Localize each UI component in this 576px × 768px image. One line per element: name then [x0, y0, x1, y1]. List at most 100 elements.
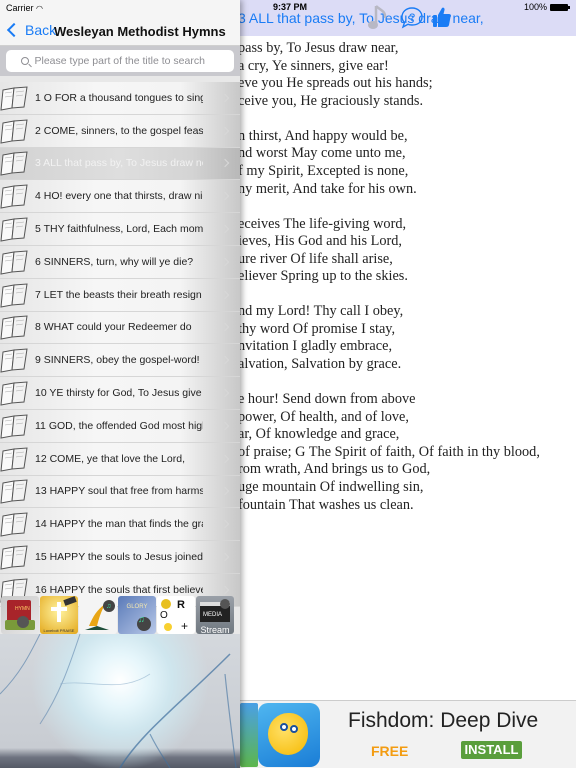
adventist-hymns-app-tile[interactable]: ♫ — [79, 596, 117, 634]
app-label: Lovebolt PRAISE — [43, 628, 75, 633]
ad-title: Fishdom: Deep Dive — [348, 709, 539, 732]
panel-title: Wesleyan Methodist Hymns — [54, 24, 226, 39]
hymn-line: fountain That washes us clean. — [238, 496, 414, 513]
hymn-title-label: 11 GOD, the offended God most high — [35, 419, 203, 432]
hymn-title-label: 1 O FOR a thousand tongues to sing — [35, 91, 203, 104]
hymn-line: thy word Of promise I stay, — [238, 320, 396, 337]
hymn-list-item[interactable]: 12 COME, ye that love the Lord, — [0, 442, 240, 476]
hymn-list-item[interactable]: 2 COME, sinners, to the gospel feast — [0, 114, 240, 148]
ad-banner[interactable]: Fishdom: Deep Dive FREE INSTALL — [240, 700, 576, 768]
hymn-list-item[interactable]: 5 THY faithfulness, Lord, Each moment we… — [0, 213, 240, 246]
thumbs-up-icon[interactable] — [432, 6, 452, 33]
hymn-list-item[interactable]: 7 LET the beasts their breath resign — [0, 278, 240, 312]
hymn-line: power, Of health, and of love, — [238, 408, 409, 425]
fish-eye-icon — [280, 723, 288, 731]
open-book-icon — [0, 86, 28, 111]
chevron-right-icon — [220, 126, 230, 135]
hymn-list-item[interactable]: 11 GOD, the offended God most high — [0, 409, 240, 443]
carrier-label: Carrier — [6, 3, 34, 13]
svg-text:HYMN: HYMN — [15, 606, 30, 612]
hymn-list-item[interactable]: 4 HO! every one that thirsts, draw nigh — [0, 180, 240, 214]
hymn-list-item[interactable]: 1 O FOR a thousand tongues to sing — [0, 82, 240, 115]
navigation-bar: Carrier ◠ Back Wesleyan Methodist Hymns — [0, 0, 240, 46]
battery-icon — [550, 3, 570, 11]
hymn-title-label: 16 HAPPY the souls that first believed — [35, 583, 203, 596]
open-book-icon — [0, 414, 28, 439]
music-note-icon[interactable] — [368, 4, 390, 37]
chevron-right-icon — [220, 388, 230, 398]
chevron-right-icon — [220, 487, 230, 496]
svg-text:R: R — [177, 599, 185, 611]
fish-eye-icon — [290, 725, 298, 733]
hymnal-book-icon: HYMN — [5, 600, 35, 630]
hymn-title-label: 4 HO! every one that thirsts, draw nigh — [35, 190, 203, 203]
open-book-icon — [0, 315, 28, 341]
hymn-list-item[interactable]: 15 HAPPY the souls to Jesus joined — [0, 541, 240, 574]
music-speaker-icon: ♫ — [137, 614, 151, 631]
hymn-title-label: 2 COME, sinners, to the gospel feast — [35, 124, 203, 137]
hymn-line: f my Spirit, Excepted is none, — [238, 162, 409, 179]
hymn-title-label: 6 SINNERS, turn, why will ye die? — [35, 255, 194, 268]
hymnal-app-tile[interactable]: HYMN — [1, 596, 39, 634]
open-book-icon — [0, 151, 28, 177]
word-app-tile[interactable]: R O + — [157, 596, 195, 634]
hymn-line: pass by, To Jesus draw near, — [238, 40, 399, 56]
chevron-right-icon — [220, 323, 230, 332]
wifi-icon: ◠ — [36, 4, 44, 13]
hymn-list-item[interactable]: 8 WHAT could your Redeemer do — [0, 311, 240, 345]
carrier-status: Carrier ◠ — [6, 3, 43, 13]
media-stream-app-tile[interactable]: MEDIA Stream — [196, 596, 234, 634]
hymn-line: ure river Of life shall arise, — [238, 250, 393, 267]
svg-text:MEDIA: MEDIA — [203, 612, 222, 618]
stanza: e hour! Send down from above power, Of he… — [238, 391, 576, 514]
chevron-right-icon — [220, 356, 230, 365]
hymn-list-item[interactable]: 14 HAPPY the man that finds the grace — [0, 508, 240, 542]
hymn-title-label: 3 ALL that pass by, To Jesus draw near, — [35, 157, 203, 170]
app-label: Stream — [200, 625, 230, 634]
flame-logo-icon: ♫ — [85, 600, 115, 630]
hymn-line: n thirst, And happy would be, — [238, 127, 408, 144]
chevron-right-icon — [220, 552, 230, 562]
hymn-title-label: 5 THY faithfulness, Lord, Each moment we… — [35, 223, 203, 236]
app-tray: HYMN Lovebolt PRAISE ♫ GLORY ♫ R O + MEDIA… — [0, 596, 240, 634]
open-book-icon — [0, 447, 28, 472]
help-bubble-icon[interactable]: ? — [400, 6, 424, 35]
open-book-icon — [0, 545, 28, 570]
search-field-wrapper[interactable] — [6, 50, 234, 72]
hymn-line: of praise; G The Spirit of faith, Of fai… — [238, 443, 540, 460]
hymn-list-item[interactable]: 9 SINNERS, obey the gospel-word! — [0, 344, 240, 378]
battery-percent: 100% — [523, 2, 547, 12]
hymn-line: ieves, His God and his Lord, — [238, 233, 402, 250]
glory-app-tile[interactable]: GLORY ♫ — [118, 596, 156, 634]
fishdom-app-icon[interactable] — [258, 703, 320, 767]
chevron-right-icon — [220, 93, 230, 103]
ad-price: FREE — [371, 743, 409, 759]
back-label: Back — [25, 22, 57, 38]
hymn-list-item[interactable]: 13 HAPPY soul that free from harms — [0, 475, 240, 509]
hymn-list: 1 O FOR a thousand tongues to sing 2 COME… — [0, 82, 240, 607]
hymn-line: eliever Spring up to the skies. — [238, 268, 408, 285]
open-book-icon — [0, 184, 28, 209]
hymn-list-item[interactable]: 6 SINNERS, turn, why will ye die? — [0, 245, 240, 279]
marble-veins — [0, 634, 237, 768]
install-button[interactable]: INSTALL — [461, 741, 522, 759]
back-button[interactable]: Back — [6, 22, 56, 38]
hymn-line: rom wrath, And brings us to God, — [238, 461, 431, 478]
hymn-title-label: 9 SINNERS, obey the gospel-word! — [35, 354, 200, 367]
open-book-icon — [0, 479, 28, 505]
hymn-line: eceives The life-giving word, — [238, 215, 407, 232]
status-time: 9:37 PM — [272, 2, 307, 12]
lovebolt-praise-app-tile[interactable]: Lovebolt PRAISE — [40, 596, 78, 634]
search-input[interactable] — [34, 55, 220, 67]
open-book-icon — [0, 512, 28, 537]
hymn-list-item[interactable]: 10 YE thirsty for God, To Jesus give ear — [0, 377, 240, 410]
search-bar — [0, 46, 240, 76]
chevron-right-icon — [220, 585, 230, 595]
hymn-title-label: 15 HAPPY the souls to Jesus joined — [35, 551, 203, 564]
hymn-list-item[interactable]: 3 ALL that pass by, To Jesus draw near, — [0, 147, 240, 181]
stanza: pass by, To Jesus draw near, a cry, Ye si… — [238, 40, 576, 110]
open-book-icon — [0, 217, 28, 242]
side-panel: Carrier ◠ Back Wesleyan Methodist Hymns … — [0, 0, 240, 768]
open-book-icon — [0, 283, 28, 308]
open-book-icon — [0, 348, 28, 373]
